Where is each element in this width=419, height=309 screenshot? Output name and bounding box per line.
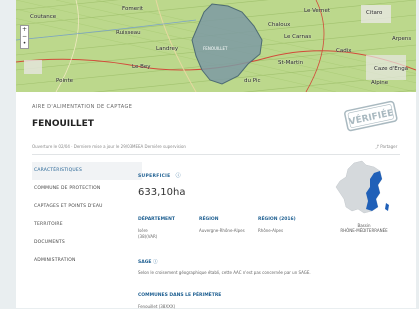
map-label-aac: FENOUILLET: [203, 46, 228, 51]
region-2016-label: RÉGION (2016): [258, 217, 296, 222]
departement-label: DÉPARTEMENT: [138, 217, 175, 222]
info-supervision: MEEA Dernière supervision: [132, 144, 186, 149]
departement-code: (38)(VAR): [138, 234, 158, 239]
map-zoom-control: + − •: [20, 25, 29, 49]
map-label: Le Vernet: [304, 8, 331, 14]
map-label: Caze d'Enga: [374, 66, 409, 72]
map-label: Alpine: [371, 80, 389, 86]
divider: [32, 154, 400, 155]
sidebar-item-commune-protection[interactable]: COMMUNE DE PROTECTION: [32, 180, 142, 198]
map-label: St-Martin: [278, 60, 304, 66]
map-label: Chaloux: [268, 22, 291, 28]
zoom-reset-icon[interactable]: •: [21, 40, 28, 47]
map-label: Ruisseau: [116, 30, 141, 36]
region-2016-value: Rhône-Alpes: [258, 228, 284, 233]
map-label: Cadix: [336, 48, 352, 54]
region-value: Auvergne-Rhône-Alpes: [199, 228, 245, 233]
map-label: Pointe: [56, 78, 74, 84]
info-icon[interactable]: ⓘ: [153, 260, 158, 265]
sidebar-item-administration[interactable]: ADMINISTRATION: [32, 252, 142, 270]
verified-stamp: VÉRIFIÉE: [344, 100, 398, 132]
map-label: Fomerit: [122, 6, 144, 12]
info-dates: Ouverture le 02/04 · Derniere mise a jou…: [32, 144, 133, 149]
zoom-out-button[interactable]: −: [21, 33, 28, 40]
share-label: Partager: [380, 144, 398, 149]
region-label: RÉGION: [199, 217, 219, 222]
communes-label: COMMUNES DANS LE PÉRIMÈTRE: [138, 293, 222, 298]
page-subtitle: AIRE D'ALIMENTATION DE CAPTAGE: [32, 104, 133, 110]
share-icon: ⤴: [375, 144, 379, 149]
characteristics-panel: SUPERFICIE ⓘ 633,10ha: [138, 162, 338, 198]
sidebar: CARACTÉRISTIQUES COMMUNE DE PROTECTION C…: [32, 162, 142, 270]
map-view[interactable]: Coutance Fomerit Landrey Ruisseau Le Bey…: [16, 0, 416, 92]
detail-card: AIRE D'ALIMENTATION DE CAPTAGE FENOUILLE…: [16, 92, 416, 309]
map-label: Citaro: [366, 10, 383, 16]
basin-label-line2: RHÔNE-MÉDITERRANÉE: [340, 228, 388, 233]
sidebar-item-caracteristiques[interactable]: CARACTÉRISTIQUES: [32, 162, 142, 180]
sidebar-item-captages[interactable]: CAPTAGES ET POINTS D'EAU: [32, 198, 142, 216]
sidebar-item-territoire[interactable]: TERRITOIRE: [32, 216, 142, 234]
sage-label-text: SAGE: [138, 260, 152, 265]
page-title: FENOUILLET: [32, 119, 94, 129]
share-button[interactable]: ⤴ Partager: [375, 144, 397, 150]
departement-value: Isère: [138, 228, 148, 233]
france-map: [335, 160, 389, 214]
map-label: Arpens: [392, 36, 412, 42]
map-label: Coutance: [30, 14, 57, 20]
info-icon[interactable]: ⓘ: [176, 173, 181, 179]
map-label: du Pic: [244, 78, 261, 84]
superficie-label: SUPERFICIE: [138, 174, 171, 179]
superficie-value: 633,10ha: [138, 187, 186, 198]
page: Coutance Fomerit Landrey Ruisseau Le Bey…: [0, 0, 419, 309]
zoom-in-button[interactable]: +: [21, 26, 28, 33]
map-label: Le Bey: [132, 64, 151, 70]
communes-value: Fenouillet (38XXX): [138, 304, 176, 309]
sage-label: SAGE ⓘ: [138, 259, 158, 265]
basin-label: Bassin RHÔNE-MÉDITERRANÉE: [334, 223, 394, 233]
sidebar-item-documents[interactable]: DOCUMENTS: [32, 234, 142, 252]
map-label: Landrey: [156, 46, 179, 52]
sage-text: Selon le croisement géographique établi,…: [138, 270, 311, 275]
map-label: Le Carnas: [284, 34, 312, 40]
